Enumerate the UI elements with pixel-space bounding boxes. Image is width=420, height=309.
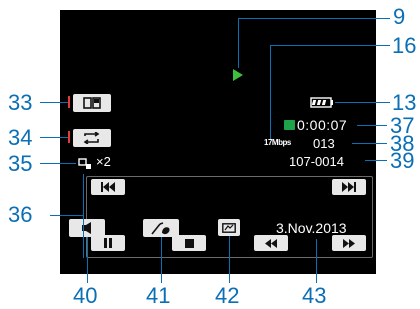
pause-icon	[104, 238, 112, 248]
fast-forward-icon	[343, 238, 355, 248]
sd-card-icon	[284, 120, 295, 130]
callout-39: 39	[390, 148, 415, 173]
callout-line-42	[229, 236, 230, 283]
playback-speed-label: ×2	[96, 154, 111, 169]
decoration-button[interactable]	[143, 219, 179, 237]
callout-line-36	[50, 215, 83, 216]
callout-35: 35	[8, 151, 33, 176]
skip-forward-icon	[342, 182, 356, 192]
callout-40: 40	[73, 283, 98, 308]
callout-line-35	[40, 163, 76, 164]
callout-line-33	[40, 102, 68, 103]
callout-line-9	[238, 18, 239, 68]
recording-date: 3.Nov.2013	[276, 220, 347, 236]
callout-line-41	[161, 237, 162, 283]
repeat-button[interactable]	[73, 129, 111, 147]
callout-16: 16	[392, 33, 417, 58]
stop-icon	[184, 238, 194, 248]
repeat-marker	[68, 131, 70, 143]
callout-line-38	[352, 143, 387, 144]
callout-bracket-36	[83, 174, 84, 258]
snapshot-scene-button[interactable]	[218, 219, 240, 236]
volume-button[interactable]	[69, 219, 105, 237]
battery-icon	[310, 97, 333, 108]
callout-33: 33	[8, 90, 33, 115]
recording-time: 0:00:07	[297, 117, 348, 133]
snapshot-icon	[83, 97, 101, 109]
callout-43: 43	[302, 283, 327, 308]
callout-line-43	[316, 239, 317, 283]
scene-counter: 013	[313, 136, 335, 151]
callout-line-40	[87, 237, 88, 283]
play-indicator-icon	[233, 69, 243, 81]
photo-frame-icon	[222, 222, 236, 233]
rewind-button[interactable]	[254, 235, 288, 251]
pause-button[interactable]	[91, 235, 125, 251]
rewind-icon	[265, 238, 277, 248]
skip-forward-button[interactable]	[332, 179, 366, 195]
callout-line-37	[357, 125, 387, 126]
callout-36: 36	[8, 202, 33, 227]
callout-line-39	[365, 160, 387, 161]
callout-line-16	[270, 45, 390, 46]
decoration-icon	[151, 221, 170, 234]
callout-42: 42	[215, 283, 240, 308]
stop-button[interactable]	[172, 235, 206, 251]
file-number: 107-0014	[289, 154, 344, 169]
callout-9: 9	[393, 4, 406, 29]
snapshot-marker	[68, 96, 70, 108]
playback-speed-icon	[78, 158, 91, 169]
callout-line-16b	[270, 45, 271, 139]
callout-41: 41	[146, 283, 171, 308]
skip-back-icon	[101, 182, 115, 192]
callout-line-13	[335, 102, 390, 103]
callout-34: 34	[8, 125, 33, 150]
skip-back-button[interactable]	[91, 179, 125, 195]
callout-13: 13	[392, 90, 417, 115]
callout-line-34	[40, 137, 68, 138]
fast-forward-button[interactable]	[332, 235, 366, 251]
snapshot-button[interactable]	[73, 94, 111, 112]
callout-line-9b	[238, 18, 390, 19]
repeat-icon	[83, 132, 100, 144]
bitrate-label: 17Mbps	[264, 138, 291, 147]
